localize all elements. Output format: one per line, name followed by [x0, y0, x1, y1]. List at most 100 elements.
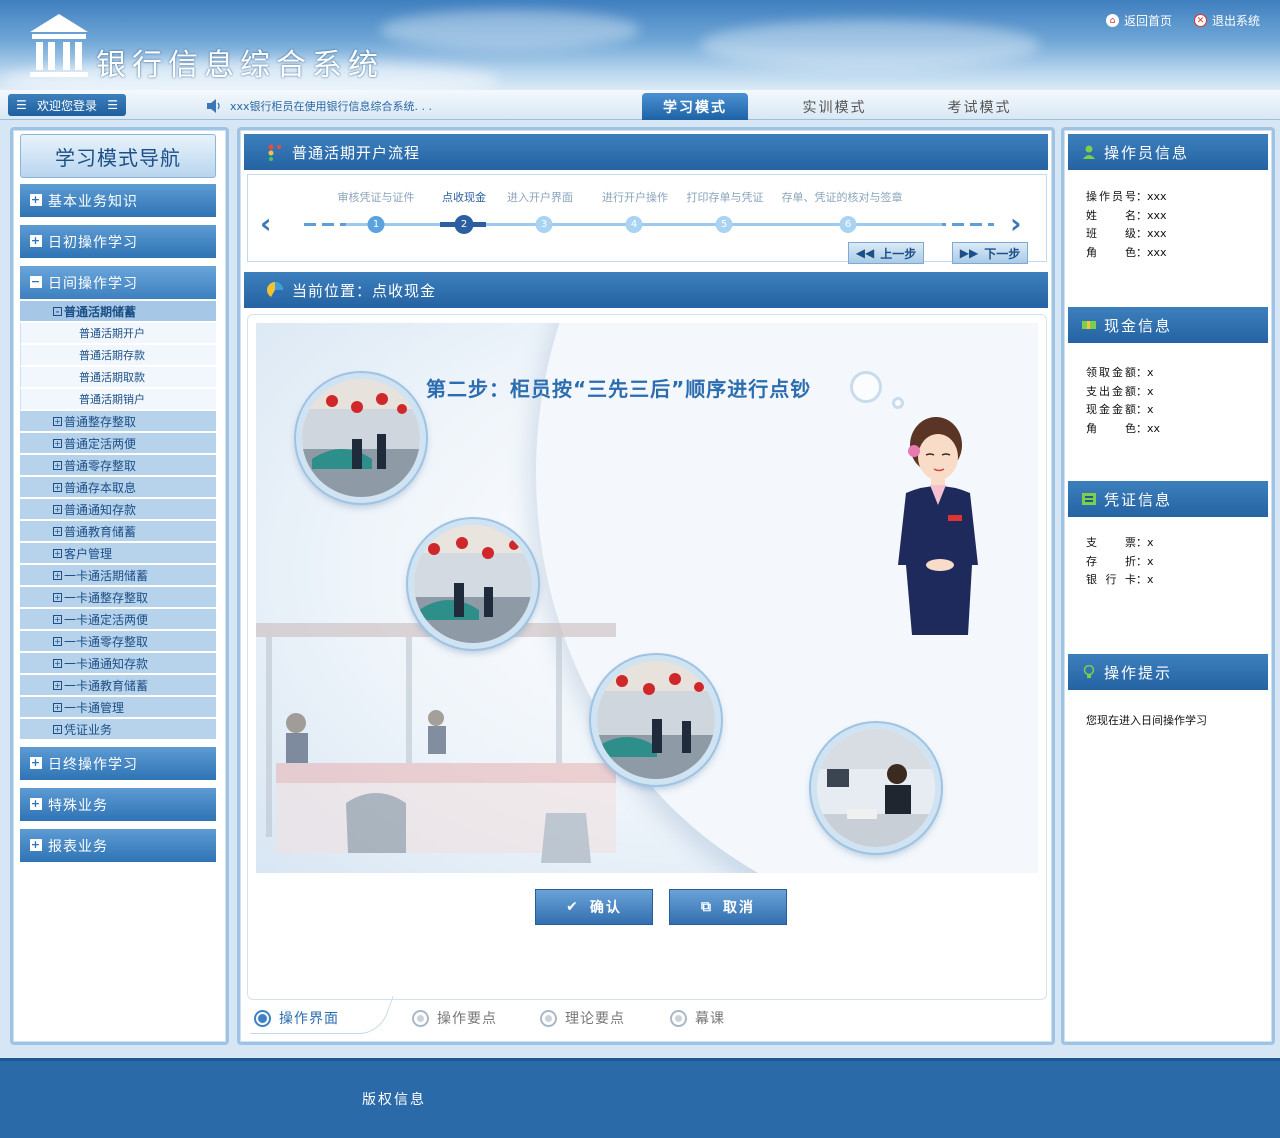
colon: ：	[1136, 227, 1147, 240]
tab-learning-mode[interactable]: 学习模式	[642, 93, 748, 120]
plus-icon: +	[53, 527, 62, 536]
nav-title: 学习模式导航	[20, 134, 216, 178]
step-dot[interactable]: 5	[715, 216, 733, 233]
nav-category[interactable]: + 特殊业务	[20, 788, 216, 821]
tab-operation-ui[interactable]: 操作界面	[254, 1008, 339, 1028]
nav-sub-item[interactable]: + 普通存本取息	[20, 477, 216, 499]
pie-chart-icon	[267, 282, 284, 299]
nav-sub-item[interactable]: + 普通定活两便	[20, 433, 216, 455]
rewind-icon: ◀◀	[855, 246, 875, 260]
bank-counter-illustration	[256, 623, 616, 863]
tab-training-mode[interactable]: 实训模式	[762, 93, 907, 120]
user-icon	[1083, 145, 1095, 159]
nav-sub-item[interactable]: + 凭证业务	[20, 719, 216, 741]
home-link[interactable]: ⌂ 返回首页	[1105, 12, 1172, 29]
cancel-button[interactable]: ⧉ 取消	[669, 889, 787, 925]
colon: ：	[1136, 384, 1147, 398]
chevron-right-icon[interactable]: ›	[1010, 207, 1022, 240]
nav-sub-item[interactable]: + 一卡通通知存款	[20, 653, 216, 675]
step-label[interactable]: 存单、凭证的核对与签章	[782, 189, 903, 205]
bank-hall-image	[597, 661, 715, 779]
nav-sub-item[interactable]: + 普通整存整取	[20, 411, 216, 433]
nav-category[interactable]: + 日终操作学习	[20, 747, 216, 780]
tab-exam-mode[interactable]: 考试模式	[907, 93, 1052, 120]
plus-icon: +	[53, 681, 62, 690]
forward-icon: ▶▶	[959, 246, 979, 260]
home-icon: ⌂	[1105, 14, 1119, 27]
nav-category[interactable]: + 日初操作学习	[20, 225, 216, 258]
welcome-label: 欢迎您登录	[36, 98, 97, 113]
step-label[interactable]: 点收现金	[442, 189, 486, 205]
nav-category[interactable]: + 基本业务知识	[20, 184, 216, 217]
tab-operation-points[interactable]: 操作要点	[412, 1008, 497, 1028]
cash-info-header: 现金信息	[1068, 307, 1268, 343]
nav-sub-item[interactable]: + 普通零存整取	[20, 455, 216, 477]
step-dot[interactable]: 3	[535, 216, 553, 233]
step-label[interactable]: 打印存单与凭证	[687, 189, 764, 205]
voucher-info-title: 凭证信息	[1104, 490, 1173, 509]
info-key: 支出金额	[1086, 384, 1136, 398]
info-value: x	[1147, 384, 1154, 398]
cash-icon	[1082, 321, 1096, 329]
nav-leaf[interactable]: 普通活期销户	[20, 389, 216, 411]
nav-category-open[interactable]: − 日间操作学习	[20, 266, 216, 299]
minus-icon: -	[53, 307, 62, 316]
chevron-left-icon[interactable]: ‹	[260, 207, 272, 240]
next-step-label: 下一步	[984, 246, 1021, 261]
menu-icon: ☰	[16, 98, 27, 112]
nav-sub-item[interactable]: + 一卡通活期储蓄	[20, 565, 216, 587]
logout-link[interactable]: ✕ 退出系统	[1193, 12, 1260, 29]
nav-list: + 基本业务知识 + 日初操作学习 − 日间操作学习 - 普通活期储蓄 普通活期开户 普…	[20, 184, 216, 870]
info-row: 班级： xxx	[1086, 225, 1167, 244]
plus-icon: +	[30, 193, 42, 206]
info-panel: 操作员信息 操作员号： xxx 姓名： xxx 班级： xxx 角色： xxx 现金信息…	[1061, 127, 1275, 1045]
operator-info-title: 操作员信息	[1104, 143, 1190, 162]
step-label[interactable]: 审核凭证与证件	[338, 189, 415, 205]
info-row: 存折： x	[1086, 553, 1154, 572]
plus-icon: +	[53, 549, 62, 558]
info-value: x	[1147, 536, 1154, 549]
info-key: 现金金额	[1086, 403, 1136, 416]
info-row: 操作员号： xxx	[1086, 188, 1167, 207]
nav-sub-open[interactable]: - 普通活期储蓄	[20, 301, 216, 323]
nav-sub-item[interactable]: + 普通通知存款	[20, 499, 216, 521]
tab-theory-points[interactable]: 理论要点	[540, 1008, 625, 1028]
plus-icon: +	[53, 417, 62, 426]
header: 银行信息综合系统 ⌂ 返回首页 ✕ 退出系统	[0, 0, 1280, 90]
nav-sub-item[interactable]: + 一卡通整存整取	[20, 587, 216, 609]
nav-category[interactable]: + 报表业务	[20, 829, 216, 862]
confirm-label: 确认	[589, 900, 622, 916]
tab-mooc[interactable]: 幕课	[670, 1008, 725, 1028]
tab-label: 操作要点	[437, 1011, 497, 1027]
info-value: xxx	[1147, 245, 1167, 259]
prev-step-button[interactable]: ◀◀ 上一步	[848, 242, 924, 264]
nav-sub-item[interactable]: + 普通教育储蓄	[20, 521, 216, 543]
operator-info-header: 操作员信息	[1068, 134, 1268, 170]
info-key: 班级	[1086, 227, 1136, 240]
nav-leaf[interactable]: 普通活期开户	[20, 323, 216, 345]
nav-sub-item[interactable]: + 一卡通定活两便	[20, 609, 216, 631]
colon: ：	[1136, 190, 1147, 203]
next-step-button[interactable]: ▶▶ 下一步	[952, 242, 1028, 264]
step-label[interactable]: 进入开户界面	[507, 189, 573, 205]
nav-sub-label: 普通活期储蓄	[64, 304, 137, 319]
nav-leaf[interactable]: 普通活期存款	[20, 345, 216, 367]
step-dot[interactable]: 1	[367, 216, 385, 233]
confirm-button[interactable]: ✔ 确认	[535, 889, 653, 925]
nav-sub-item[interactable]: + 一卡通零存整取	[20, 631, 216, 653]
step-dot[interactable]: 4	[625, 216, 643, 233]
nav-leaf[interactable]: 普通活期取款	[20, 367, 216, 389]
bank-logo-icon	[30, 14, 88, 77]
step-label[interactable]: 进行开户操作	[602, 189, 668, 205]
nav-sub-item[interactable]: + 一卡通管理	[20, 697, 216, 719]
flow-title: 普通活期开户流程	[292, 143, 421, 162]
tab-label: 幕课	[695, 1011, 725, 1027]
nav-sub-item[interactable]: + 一卡通教育储蓄	[20, 675, 216, 697]
plus-icon: +	[53, 593, 62, 602]
step-dot[interactable]: 6	[839, 216, 857, 233]
cancel-label: 取消	[723, 900, 755, 916]
nav-sub-label: 一卡通零存整取	[64, 634, 149, 649]
nav-sub-item[interactable]: + 客户管理	[20, 543, 216, 565]
share-icon: ⧉	[701, 899, 713, 915]
step-dot[interactable]: 2	[454, 215, 474, 234]
